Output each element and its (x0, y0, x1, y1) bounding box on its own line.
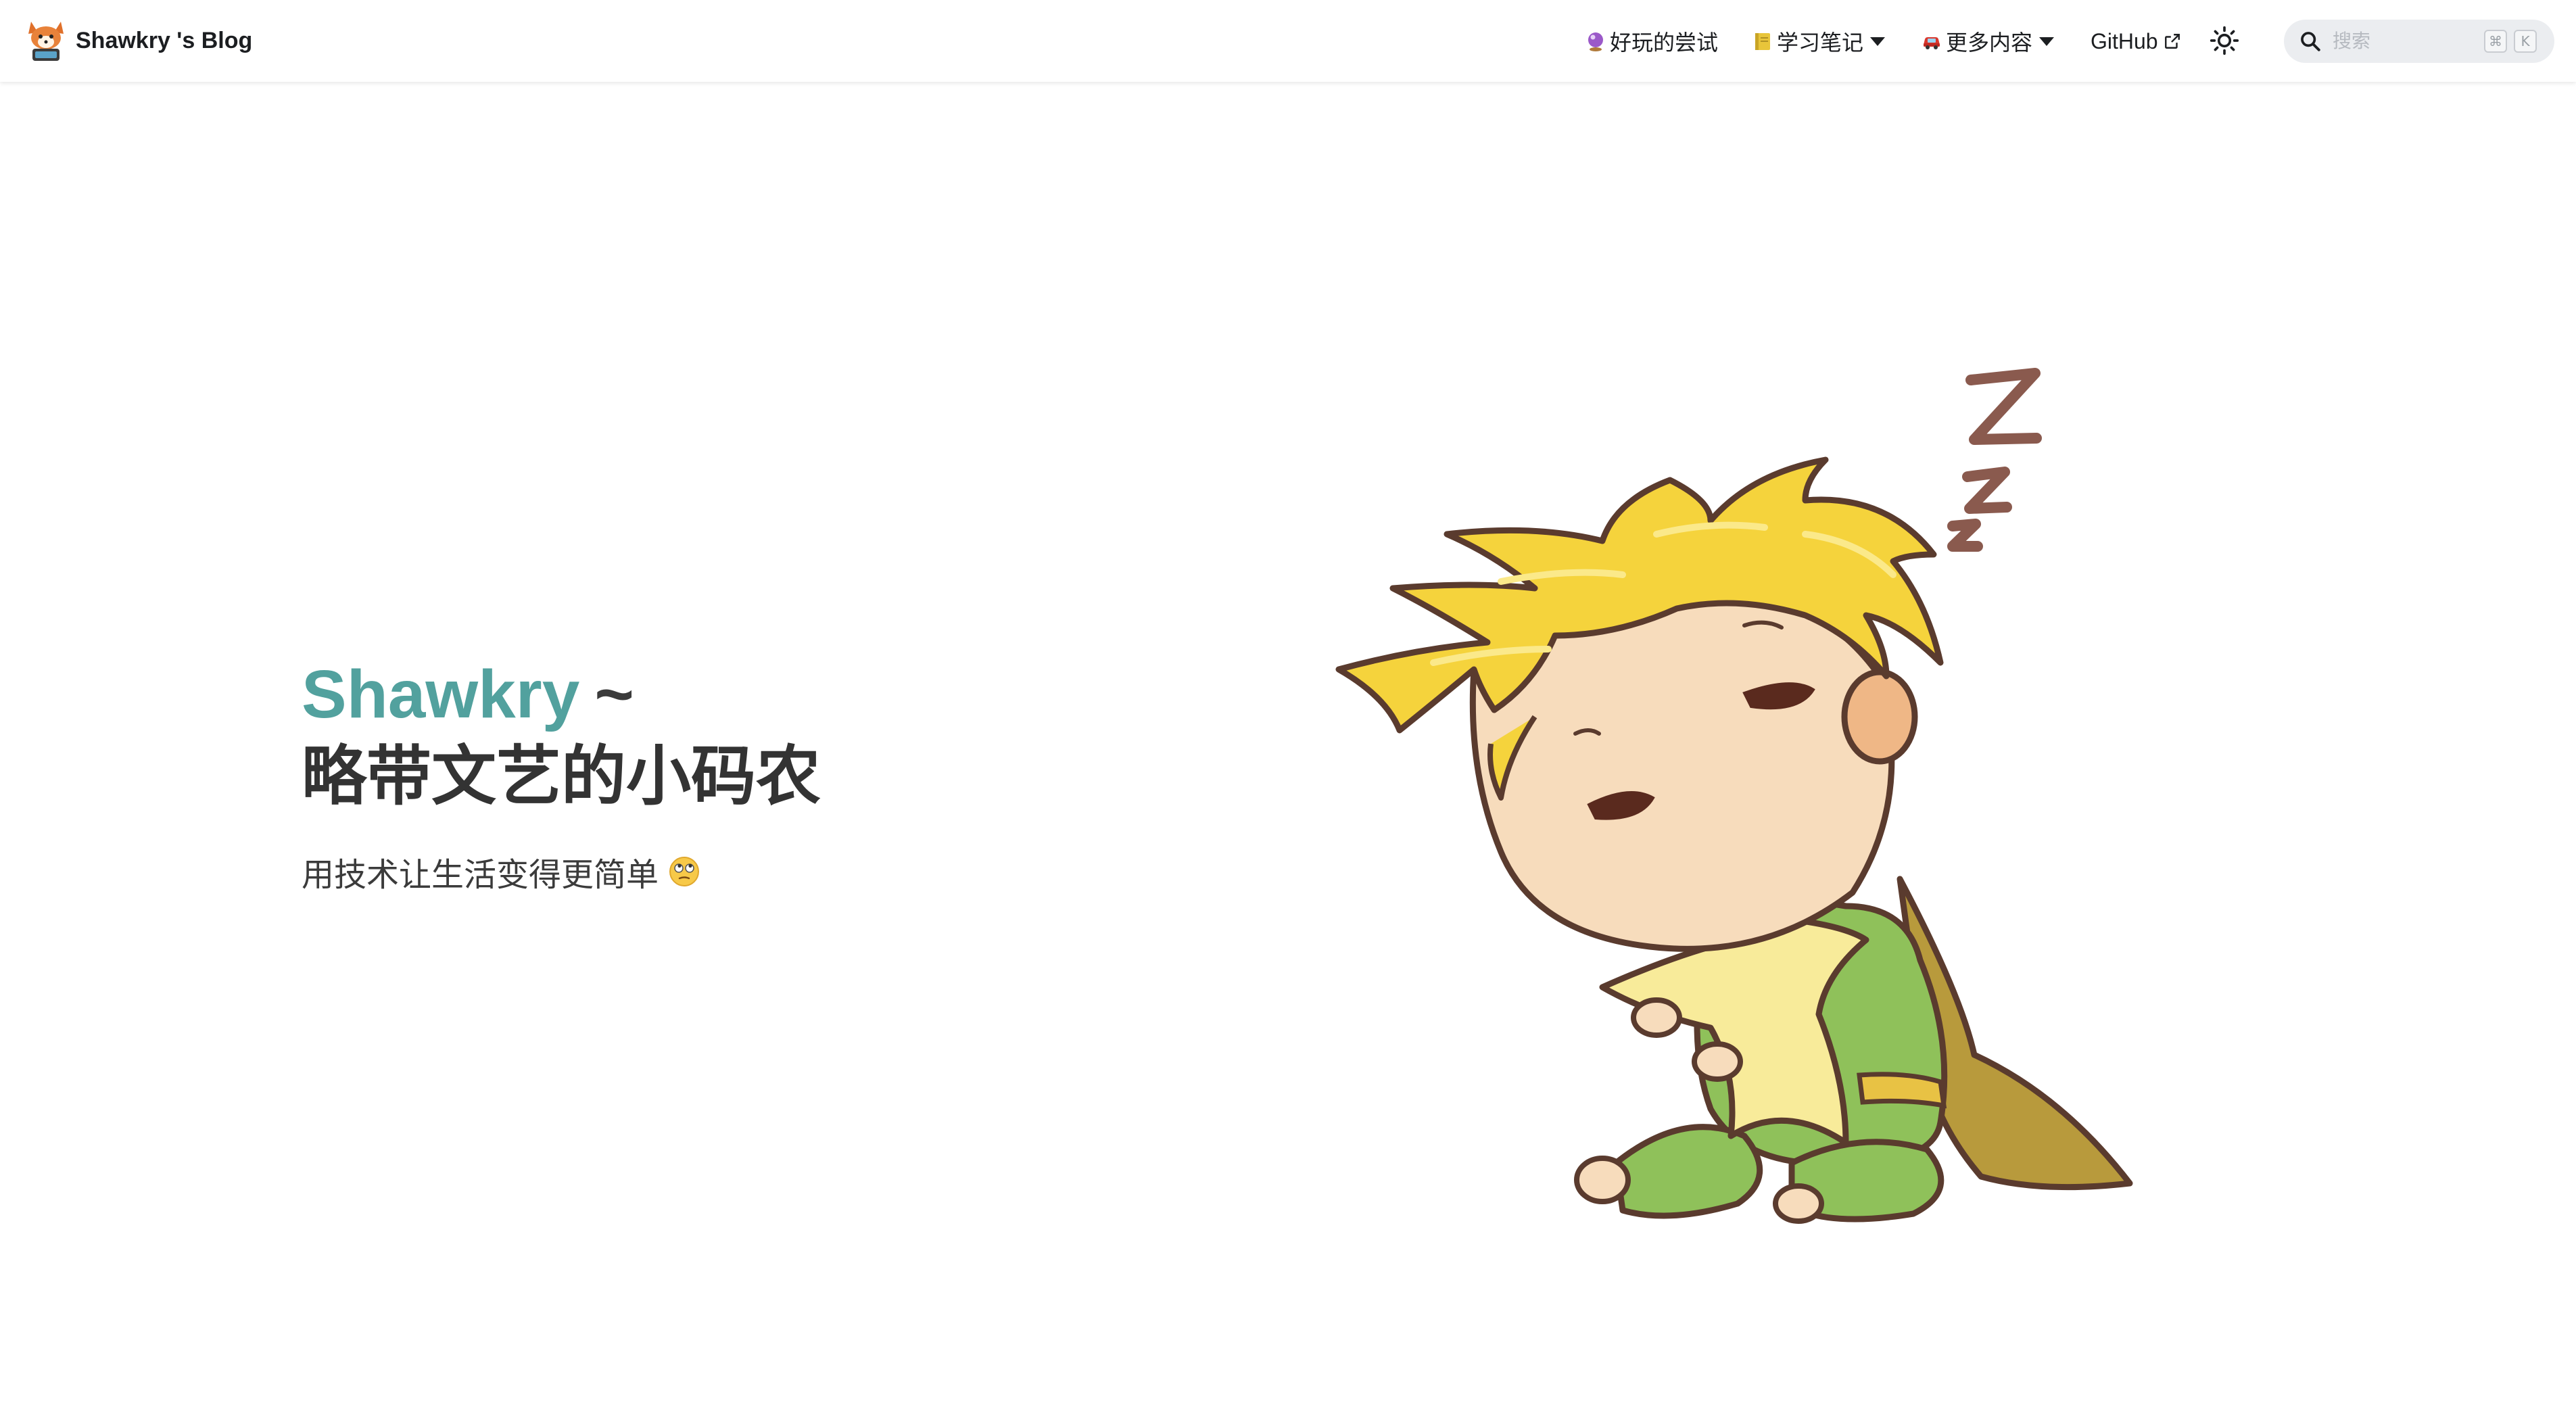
sleeping-little-prince-illustration (1335, 368, 2133, 1224)
brand-link[interactable]: Shawkry 's Blog (26, 18, 252, 64)
k-key-hint: K (2514, 30, 2537, 53)
crystal-ball-icon (1588, 32, 1603, 51)
search-input[interactable] (2331, 30, 2466, 53)
nav-item-label: 更多内容 (1946, 30, 2033, 55)
hero-title: 略带文艺的小码农 (302, 738, 821, 814)
brand-title: Shawkry 's Blog (76, 27, 253, 53)
hero-section: Shawkry ~ 略带文艺的小码农 用技术让生活变得更简单 (302, 655, 1180, 895)
nav-item-more-content[interactable]: 更多内容 (1922, 26, 2055, 57)
command-key-hint: ⌘ (2484, 30, 2507, 53)
nav-item-label: 学习笔记 (1777, 30, 1864, 55)
search-box[interactable]: ⌘ K (2284, 20, 2554, 63)
hero-name: Shawkry (302, 657, 580, 732)
hero-name-line: Shawkry ~ (302, 655, 1180, 734)
search-icon (2301, 32, 2320, 51)
nav-item-fun-experiments[interactable]: 好玩的尝试 (1585, 26, 1718, 57)
fox-logo-icon (28, 22, 64, 61)
hero-subtitle-line: 用技术让生活变得更简单 (302, 848, 1180, 895)
navbar: Shawkry 's Blog 好玩的尝试 学习笔记 更多内容 GitHub 搜… (0, 0, 2576, 82)
hero-subtitle: 用技术让生活变得更简单 (302, 856, 659, 894)
face-with-rolling-eyes-icon (669, 857, 700, 886)
hero-name-suffix: ~ (594, 657, 634, 732)
nav-item-label: GitHub (2091, 28, 2158, 53)
theme-toggle-button[interactable] (2205, 22, 2243, 60)
external-link-icon (2164, 34, 2180, 49)
notebook-icon (1755, 33, 1770, 50)
nav-item-study-notes[interactable]: 学习笔记 (1752, 26, 1886, 57)
chevron-down-icon (1870, 37, 1886, 46)
car-icon (1924, 37, 1940, 49)
nav-item-github[interactable]: GitHub (2091, 26, 2181, 57)
nav-item-label: 好玩的尝试 (1610, 30, 1719, 55)
chevron-down-icon (2039, 37, 2055, 46)
sun-icon (2210, 26, 2239, 55)
